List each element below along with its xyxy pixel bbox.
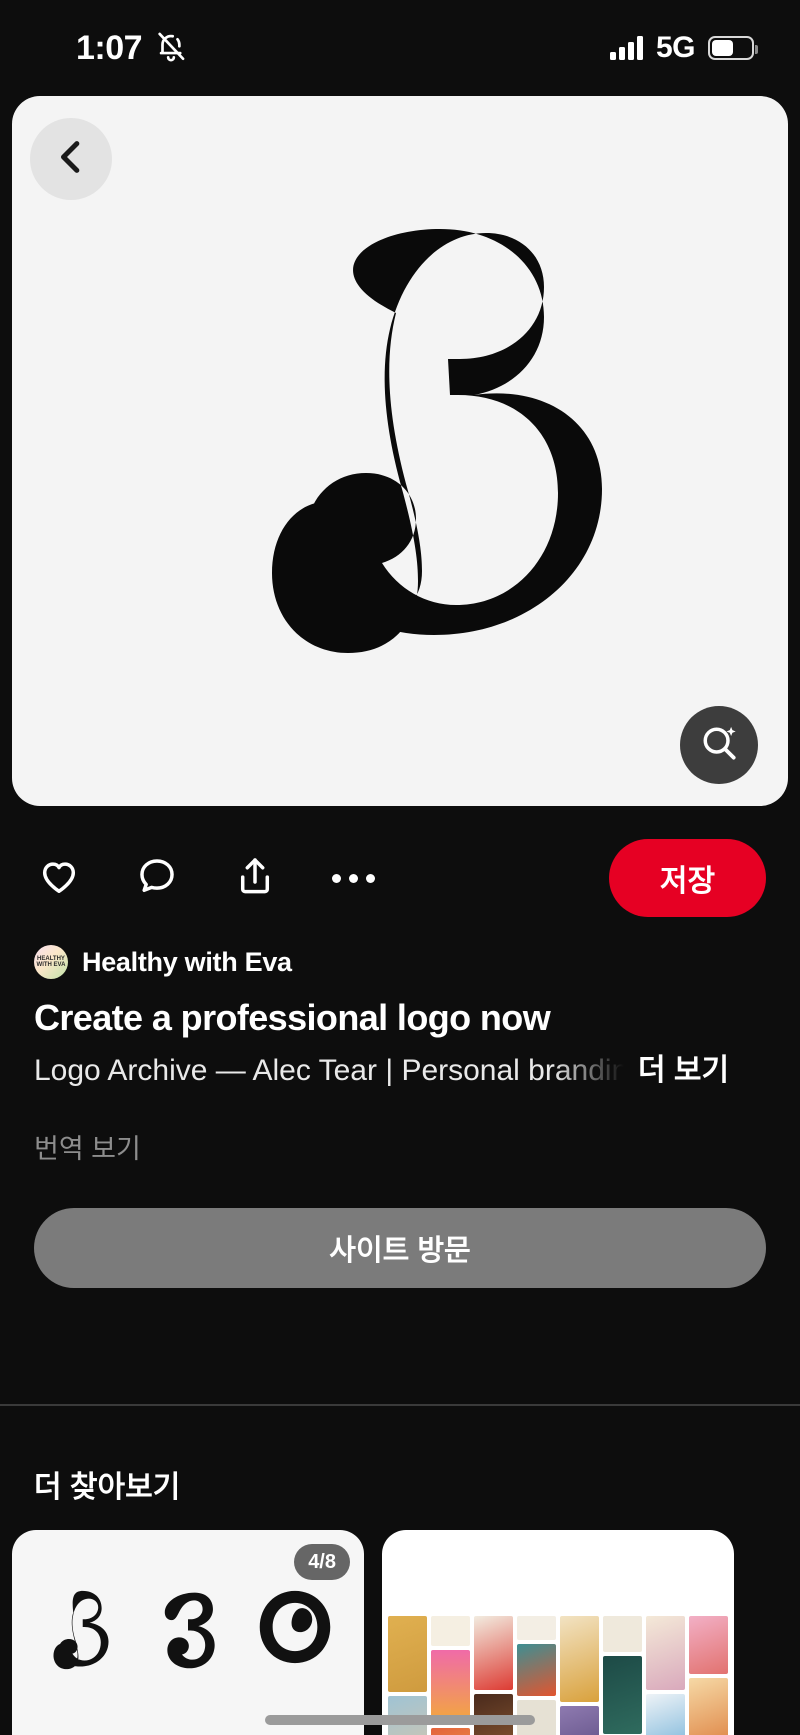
poster-thumb bbox=[646, 1616, 685, 1690]
poster-column bbox=[689, 1616, 728, 1735]
pin-image-card[interactable] bbox=[12, 96, 788, 806]
comment-bubble-icon bbox=[135, 854, 179, 903]
avatar-label: HEALTHY WITH EVA bbox=[36, 956, 66, 968]
action-icon-group bbox=[34, 853, 378, 903]
explore-section-title: 더 찾아보기 bbox=[34, 1471, 181, 1504]
status-time: 1:07 bbox=[76, 28, 143, 67]
poster-thumb bbox=[603, 1656, 642, 1734]
poster-column bbox=[560, 1616, 599, 1735]
status-bar: 1:07 5G bbox=[0, 0, 800, 96]
action-bar: 저장 bbox=[0, 838, 800, 918]
visual-search-sparkle-icon bbox=[697, 721, 741, 770]
ellipsis-icon bbox=[331, 873, 375, 883]
comment-button[interactable] bbox=[132, 853, 182, 903]
poster-column bbox=[603, 1616, 642, 1735]
bell-slash-icon bbox=[154, 29, 188, 68]
explore-card-logo-blobs[interactable]: 4/8 bbox=[12, 1530, 364, 1735]
poster-thumb bbox=[560, 1706, 599, 1735]
poster-column bbox=[646, 1616, 685, 1735]
poster-thumb bbox=[603, 1616, 642, 1652]
poster-thumb bbox=[689, 1678, 728, 1735]
author-name: Healthy with Eva bbox=[82, 946, 292, 977]
see-translation-link[interactable]: 번역 보기 bbox=[34, 1127, 766, 1166]
poster-thumb bbox=[646, 1694, 685, 1735]
status-bar-left: 1:07 bbox=[76, 29, 188, 68]
section-divider bbox=[0, 1404, 800, 1406]
blob-item bbox=[137, 1708, 238, 1735]
save-button[interactable]: 저장 bbox=[609, 839, 766, 917]
poster-thumb bbox=[517, 1616, 556, 1640]
like-button[interactable] bbox=[34, 853, 84, 903]
poster-thumb bbox=[431, 1616, 470, 1646]
visual-search-button[interactable] bbox=[680, 706, 758, 784]
pin-image bbox=[12, 96, 788, 806]
explore-card-retro-posters[interactable] bbox=[382, 1530, 734, 1735]
home-indicator bbox=[265, 1715, 535, 1725]
heart-icon bbox=[37, 854, 81, 903]
pin-title: Create a professional logo now bbox=[34, 997, 551, 1038]
share-upload-icon bbox=[233, 854, 277, 903]
poster-thumb bbox=[388, 1616, 427, 1692]
author-row[interactable]: HEALTHY WITH EVA Healthy with Eva bbox=[34, 945, 766, 979]
blob-item bbox=[30, 1708, 131, 1735]
see-more-link[interactable]: 더 보기 bbox=[638, 1045, 729, 1089]
app-screen: 1:07 5G 저장 HEALTHY WITH EVA Healthy with… bbox=[0, 0, 800, 1735]
blob-item bbox=[30, 1552, 131, 1702]
poster-thumb bbox=[689, 1616, 728, 1674]
share-button[interactable] bbox=[230, 853, 280, 903]
pin-description: Logo Archive — Alec Tear | Personal bran… bbox=[34, 1054, 624, 1087]
pin-details: HEALTHY WITH EVA Healthy with Eva Create… bbox=[0, 945, 800, 1288]
poster-thumb bbox=[431, 1650, 470, 1724]
pin-description-row: Logo Archive — Alec Tear | Personal bran… bbox=[34, 1045, 766, 1089]
poster-thumb bbox=[560, 1616, 599, 1702]
visit-site-button[interactable]: 사이트 방문 bbox=[34, 1208, 766, 1288]
blob-item bbox=[137, 1552, 238, 1702]
battery-icon bbox=[708, 36, 758, 60]
network-label: 5G bbox=[655, 31, 696, 64]
image-count-badge: 4/8 bbox=[294, 1544, 350, 1580]
chevron-left-icon bbox=[51, 137, 91, 182]
more-options-button[interactable] bbox=[328, 853, 378, 903]
poster-thumb bbox=[474, 1616, 513, 1690]
back-button[interactable] bbox=[30, 118, 112, 200]
status-bar-right: 5G bbox=[609, 31, 758, 65]
avatar: HEALTHY WITH EVA bbox=[34, 945, 68, 979]
poster-thumb bbox=[431, 1728, 470, 1735]
explore-grid: 4/8 bbox=[12, 1530, 788, 1735]
cellular-bars-icon bbox=[609, 36, 643, 60]
poster-thumb bbox=[517, 1644, 556, 1696]
